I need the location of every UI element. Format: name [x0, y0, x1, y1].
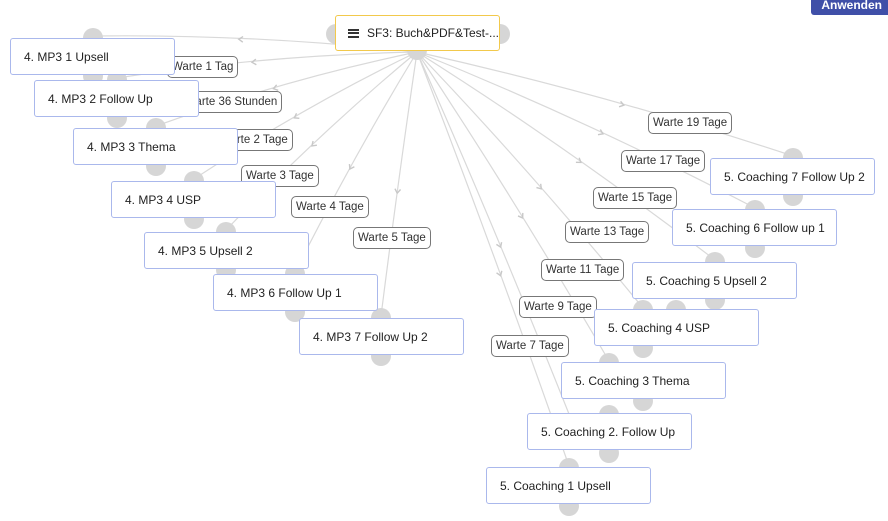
wait-label[interactable]: Warte 4 Tage: [291, 196, 369, 218]
flow-node-coaching-4[interactable]: 5. Coaching 4 USP: [594, 309, 759, 346]
wait-label[interactable]: Warte 17 Tage: [621, 150, 706, 172]
node-title: 5. Coaching 6 Follow up 1: [686, 220, 825, 235]
node-title: 5. Coaching 4 USP: [608, 320, 711, 335]
flow-node-mp3-5[interactable]: 4. MP3 5 Upsell 2: [144, 232, 309, 269]
flow-node-mp3-3[interactable]: 4. MP3 3 Thema: [73, 128, 238, 165]
flow-node-mp3-4[interactable]: 4. MP3 4 USP: [111, 181, 276, 218]
edge-line: [380, 51, 418, 317]
node-title: 5. Coaching 1 Upsell: [500, 478, 611, 493]
flow-node-mp3-2[interactable]: 4. MP3 2 Follow Up: [34, 80, 199, 117]
list-icon: [348, 28, 359, 38]
node-title: 4. MP3 3 Thema: [87, 139, 176, 154]
flow-node-coaching-3[interactable]: 5. Coaching 3 Thema: [561, 362, 726, 399]
node-title: 4. MP3 6 Follow Up 1: [227, 285, 342, 300]
edge-line: [416, 51, 794, 157]
wait-label[interactable]: Warte 5 Tage: [353, 227, 431, 249]
edges-layer: [92, 35, 794, 467]
flow-node-coaching-6[interactable]: 5. Coaching 6 Follow up 1: [672, 209, 837, 246]
flow-node-coaching-7[interactable]: 5. Coaching 7 Follow Up 2: [710, 158, 875, 195]
wait-label[interactable]: Warte 1 Tag: [167, 56, 239, 78]
node-title: 4. MP3 2 Follow Up: [48, 91, 153, 106]
node-title: 5. Coaching 7 Follow Up 2: [724, 169, 865, 184]
node-title: 4. MP3 7 Follow Up 2: [313, 329, 428, 344]
wait-label[interactable]: Warte 9 Tage: [519, 296, 597, 318]
flow-node-coaching-5[interactable]: 5. Coaching 5 Upsell 2: [632, 262, 797, 299]
node-title: SF3: Buch&PDF&Test-...: [366, 26, 499, 40]
flow-node-coaching-1[interactable]: 5. Coaching 1 Upsell: [486, 467, 651, 504]
node-title: 5. Coaching 5 Upsell 2: [646, 273, 767, 288]
node-title: 4. MP3 5 Upsell 2: [158, 243, 253, 258]
flow-node-root[interactable]: SF3: Buch&PDF&Test-...: [335, 15, 500, 51]
wait-label[interactable]: Warte 11 Tage: [541, 259, 625, 281]
apply-button[interactable]: Anwenden: [811, 0, 888, 15]
flow-node-mp3-6[interactable]: 4. MP3 6 Follow Up 1: [213, 274, 378, 311]
node-title: 5. Coaching 3 Thema: [575, 373, 690, 388]
wait-label[interactable]: Warte 19 Tage: [648, 112, 733, 134]
wait-label[interactable]: Warte 15 Tage: [593, 187, 678, 209]
edge-arrow-icon: [237, 35, 244, 43]
flow-node-coaching-2[interactable]: 5. Coaching 2. Follow Up: [527, 413, 692, 450]
wait-label[interactable]: Warte 13 Tage: [565, 221, 650, 243]
wait-label[interactable]: Warte 7 Tage: [491, 335, 569, 357]
node-title: 4. MP3 4 USP: [125, 192, 202, 207]
flow-node-mp3-1[interactable]: 4. MP3 1 Upsell: [10, 38, 175, 75]
edge-arrow-icon: [250, 58, 257, 66]
flow-node-mp3-7[interactable]: 4. MP3 7 Follow Up 2: [299, 318, 464, 355]
flow-canvas[interactable]: Warte 1 Tag Warte 36 Stunden Warte 2 Tag…: [0, 0, 888, 521]
node-title: 4. MP3 1 Upsell: [24, 49, 109, 64]
node-title: 5. Coaching 2. Follow Up: [541, 424, 676, 439]
